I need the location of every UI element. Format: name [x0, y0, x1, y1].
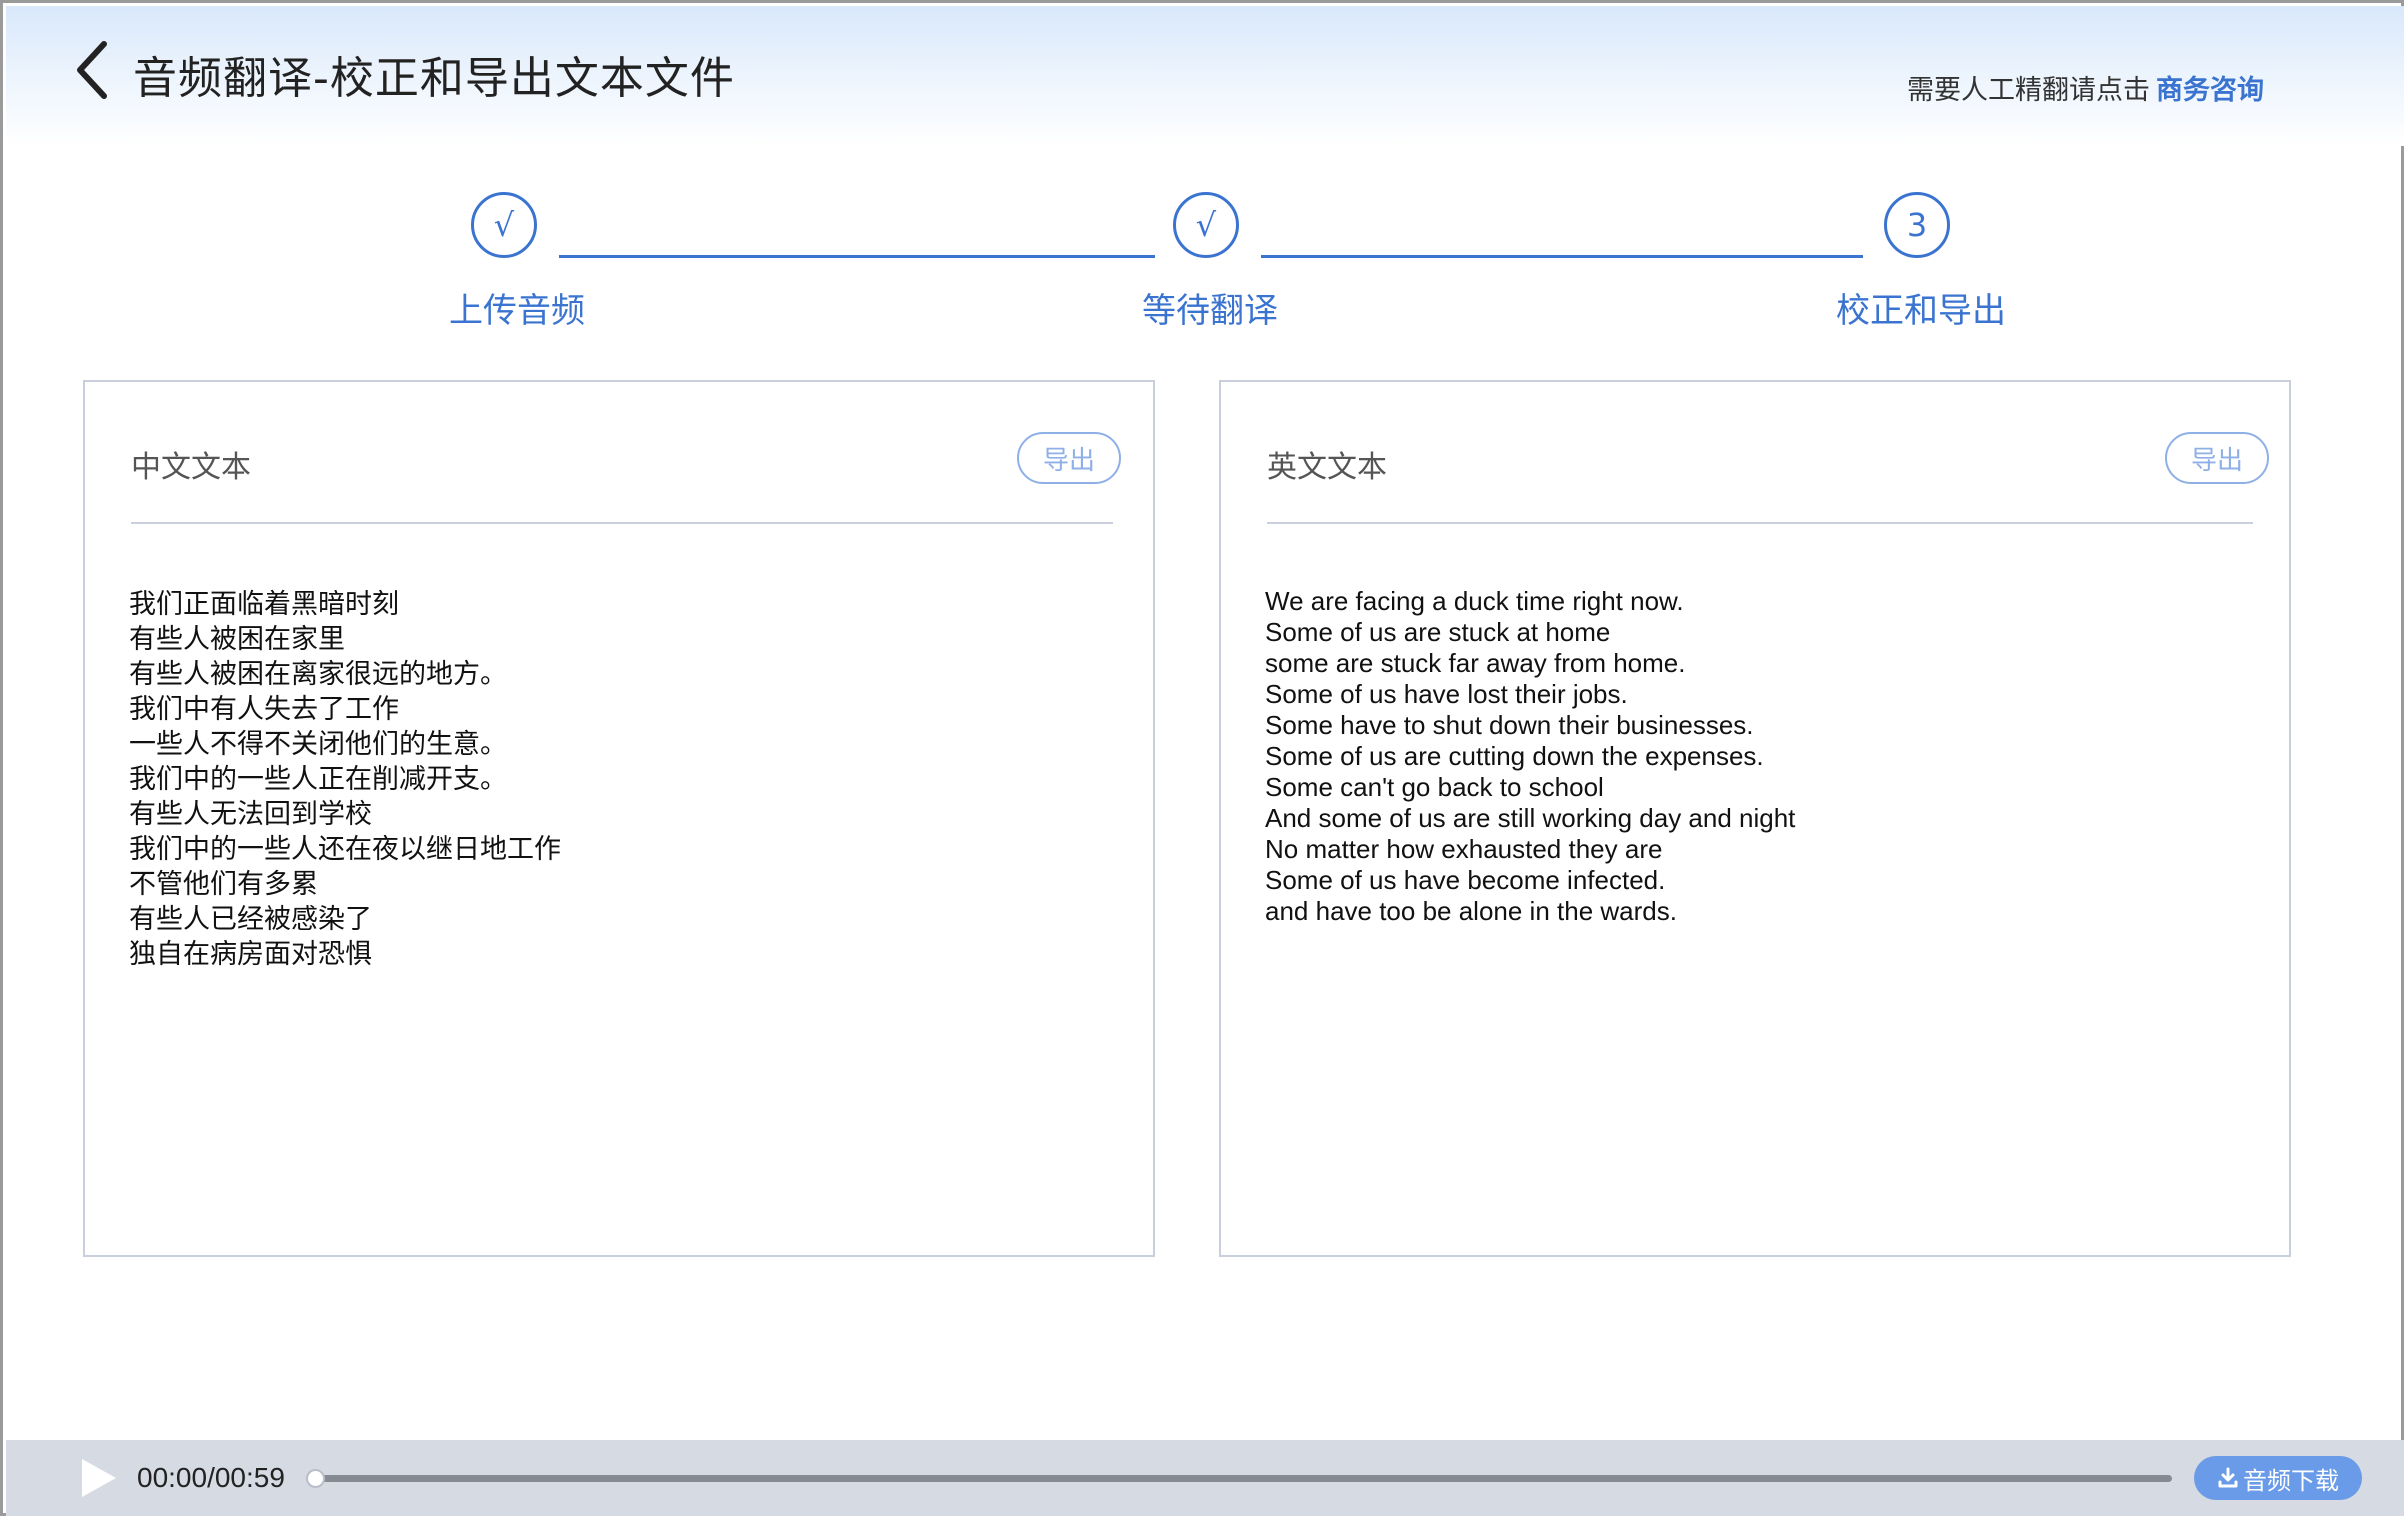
text-line: And some of us are still working day and… — [1265, 803, 1796, 833]
chinese-text-panel: 中文文本 导出 我们正面临着黑暗时刻 有些人被困在家里有些人被困在离家很远的地方。… — [83, 380, 1155, 1257]
text-line: Some of us are stuck at home — [1265, 617, 1611, 647]
step-1-label: 上传音频 — [449, 291, 585, 331]
audio-download-button[interactable]: 音频下载 — [2194, 1456, 2362, 1500]
text-line: Some of us have lost their jobs. — [1265, 679, 1628, 709]
english-panel-title: 英文文本 — [1267, 450, 1387, 485]
text-line: Some of us are cutting down the expenses… — [1265, 741, 1764, 771]
text-line: and have too be alone in the wards. — [1265, 896, 1677, 926]
text-line: 不管他们有多累 — [129, 869, 318, 900]
step-connector-1 — [559, 255, 1155, 258]
playback-time: 00:00/00:59 — [137, 1462, 285, 1493]
text-line: 我们中的一些人正在削减开支。 — [129, 764, 507, 795]
panel-divider — [1267, 522, 2253, 524]
progress-knob[interactable] — [306, 1469, 325, 1488]
page-title: 音频翻译-校正和导出文本文件 — [133, 53, 735, 104]
step-2-check-icon: √ — [1173, 192, 1239, 258]
text-line: 一些人不得不关闭他们的生意。 — [129, 729, 507, 760]
business-consult-link[interactable]: 商务咨询 — [2156, 75, 2264, 106]
text-line: Some of us have become infected. — [1265, 865, 1666, 895]
text-line: No matter how exhausted they are — [1265, 834, 1663, 864]
chinese-text-content[interactable]: 我们正面临着黑暗时刻 有些人被困在家里有些人被困在离家很远的地方。 我们中有人失去了… — [129, 587, 561, 972]
text-line: 有些人被困在家里 — [129, 624, 345, 655]
chinese-panel-title: 中文文本 — [131, 450, 251, 485]
text-line: 独自在病房面对恐惧 — [129, 939, 372, 970]
chevron-left-icon[interactable] — [70, 40, 114, 100]
text-line: 我们中的一些人还在夜以继日地工作 — [129, 834, 561, 865]
english-text-content[interactable]: We are facing a duck time right now. Some… — [1265, 586, 1795, 927]
step-2-label: 等待翻译 — [1142, 291, 1278, 331]
export-chinese-button[interactable]: 导出 — [1017, 432, 1121, 484]
consult-prompt-text: 需要人工精翻请点击 — [1907, 75, 2150, 106]
english-text-panel: 英文文本 导出 We are facing a duck time right … — [1219, 380, 2291, 1257]
header-consult-prompt: 需要人工精翻请点击 商务咨询 — [1907, 68, 2264, 107]
text-line: 我们中有人失去了工作 — [129, 694, 399, 725]
progress-bar[interactable] — [306, 1469, 2172, 1488]
download-label: 音频下载 — [2243, 1466, 2339, 1495]
text-line: Some have to shut down their businesses. — [1265, 710, 1754, 740]
text-line: 我们正面临着黑暗时刻 — [129, 589, 399, 620]
text-line: 有些人被困在离家很远的地方。 — [129, 659, 507, 690]
text-line: some are stuck far away from home. — [1265, 648, 1686, 678]
text-line: 有些人无法回到学校 — [129, 799, 372, 830]
panel-divider — [131, 522, 1113, 524]
step-1-check-icon: √ — [471, 192, 537, 258]
page-header: 音频翻译-校正和导出文本文件 需要人工精翻请点击 商务咨询 — [6, 6, 2404, 146]
app-window: 音频翻译-校正和导出文本文件 需要人工精翻请点击 商务咨询 √ √ 3 上传音频 … — [0, 0, 2404, 1516]
step-3-number: 3 — [1884, 192, 1950, 258]
text-line: Some can't go back to school — [1265, 772, 1604, 802]
export-english-button[interactable]: 导出 — [2165, 432, 2269, 484]
audio-player-bar: 00:00/00:59 音频下载 — [6, 1440, 2404, 1516]
play-icon[interactable] — [78, 1456, 118, 1500]
step-3-label: 校正和导出 — [1836, 291, 2006, 331]
text-line: We are facing a duck time right now. — [1265, 586, 1684, 616]
download-icon — [2218, 1467, 2238, 1488]
step-connector-2 — [1261, 255, 1863, 258]
text-line: 有些人已经被感染了 — [129, 904, 372, 935]
